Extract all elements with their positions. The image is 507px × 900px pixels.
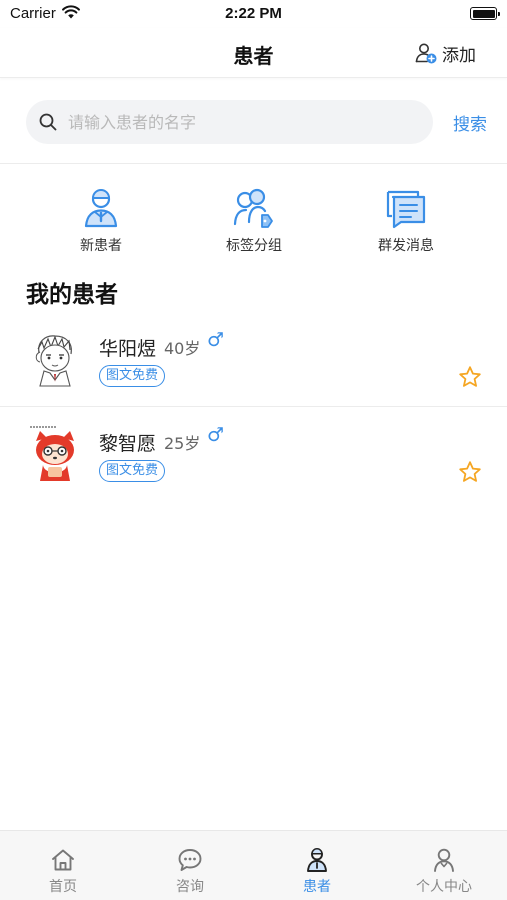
male-icon: ♂ <box>207 329 225 351</box>
battery-icon <box>470 7 500 20</box>
search-box[interactable] <box>26 100 433 144</box>
search-input[interactable] <box>68 100 418 144</box>
sketch-boy-avatar <box>26 328 84 390</box>
star-icon[interactable] <box>458 460 482 484</box>
tab-profile-label: 个人中心 <box>416 879 472 895</box>
service-badge: 图文免费 <box>99 460 166 482</box>
patient-name: 华阳煜 <box>99 338 157 360</box>
profile-icon <box>434 848 454 872</box>
tab-patients-label: 患者 <box>303 879 331 895</box>
broadcast-message-icon <box>386 190 426 229</box>
add-button-label: 添加 <box>442 45 476 66</box>
patient-name: 黎智愿 <box>99 433 157 455</box>
patient-icon <box>307 848 327 872</box>
tab-profile[interactable]: 个人中心 <box>381 831 507 900</box>
chat-icon <box>178 849 202 871</box>
tab-home[interactable]: 首页 <box>0 831 126 900</box>
broadcast-message-label: 群发消息 <box>378 238 434 254</box>
search-icon <box>39 113 57 131</box>
tab-home-label: 首页 <box>49 879 77 895</box>
add-user-icon <box>415 43 437 64</box>
patient-list-item[interactable]: 黎智愿 25岁 ♂ 图文免费 <box>0 408 507 502</box>
patient-age: 40岁 <box>164 339 201 358</box>
tag-group-label: 标签分组 <box>226 238 282 254</box>
nav-bar: 患者 添加 <box>0 28 507 78</box>
tab-consult[interactable]: 咨询 <box>127 831 253 900</box>
male-icon: ♂ <box>207 424 225 446</box>
status-bar: Carrier 2:22 PM <box>0 0 507 28</box>
section-title: 我的患者 <box>26 282 118 308</box>
search-button[interactable]: 搜索 <box>453 110 487 135</box>
search-bar: 搜索 <box>0 100 507 144</box>
quick-actions: 新患者 标签分组 群发消息 <box>0 186 507 256</box>
tag-group-icon <box>233 188 273 228</box>
new-patient-label: 新患者 <box>80 238 122 254</box>
clock: 2:22 PM <box>225 5 282 22</box>
tab-consult-label: 咨询 <box>176 879 204 895</box>
divider <box>0 163 507 164</box>
patient-list-item[interactable]: 华阳煜 40岁 ♂ 图文免费 <box>0 313 507 407</box>
red-fox-avatar <box>26 423 84 485</box>
new-patient-icon <box>84 189 118 228</box>
home-icon <box>52 849 74 871</box>
service-badge: 图文免费 <box>99 365 166 387</box>
broadcast-message-button[interactable]: 群发消息 <box>351 186 461 255</box>
tab-patients[interactable]: 患者 <box>254 831 380 900</box>
star-icon[interactable] <box>458 365 482 389</box>
new-patient-button[interactable]: 新患者 <box>46 186 156 255</box>
add-patient-button[interactable]: 添加 <box>414 40 476 66</box>
tag-group-button[interactable]: 标签分组 <box>199 186 309 255</box>
tab-bar: 首页 咨询 患者 个人中心 <box>0 830 507 900</box>
patient-age: 25岁 <box>164 434 201 453</box>
